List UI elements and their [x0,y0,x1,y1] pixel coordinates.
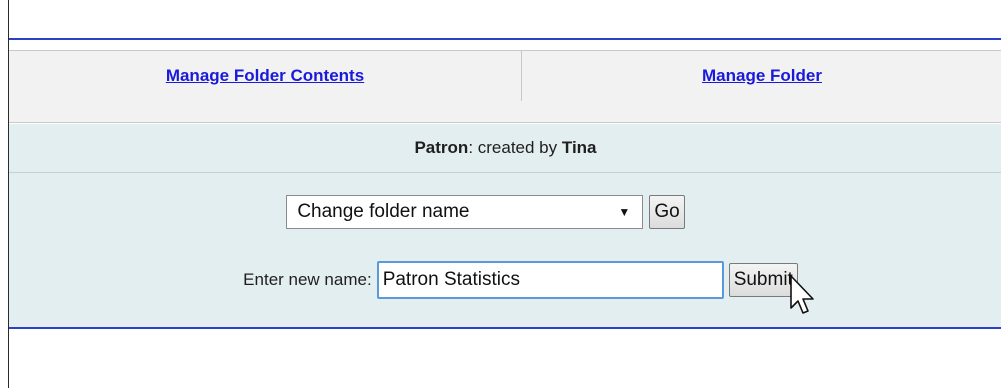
new-name-input[interactable]: Patron Statistics [376,261,724,299]
action-row: Change folder name ▼ Go [9,195,1001,229]
folder-panel: Patron: created by Tina Change folder na… [9,124,1001,327]
created-by-text: : created by [468,138,562,157]
manage-folder-contents-link[interactable]: Manage Folder Contents [166,66,364,86]
tab-spacer [9,101,1001,123]
manage-folder-link[interactable]: Manage Folder [702,66,822,86]
folder-creator: Tina [561,138,597,157]
dropdown-arrow-icon: ▼ [618,205,631,219]
folder-action-selected: Change folder name [297,201,470,222]
top-divider [9,38,1001,40]
new-name-value: Patron Statistics [382,269,520,290]
rename-row: Enter new name: Patron Statistics Submit [9,261,1001,299]
folder-name: Patron [414,138,469,157]
go-button[interactable]: Go [649,195,685,229]
tab-manage-folder-contents: Manage Folder Contents [9,51,522,101]
new-name-label: Enter new name: [243,270,372,289]
tab-bar: Manage Folder Contents Manage Folder [9,50,1001,102]
bottom-divider [9,327,1001,329]
folder-action-select[interactable]: Change folder name ▼ [286,195,644,229]
folder-header: Patron: created by Tina [9,124,1001,173]
page-frame: Manage Folder Contents Manage Folder Pat… [8,0,1001,388]
mouse-pointer-icon [790,275,814,314]
tab-manage-folder: Manage Folder [522,51,1001,101]
